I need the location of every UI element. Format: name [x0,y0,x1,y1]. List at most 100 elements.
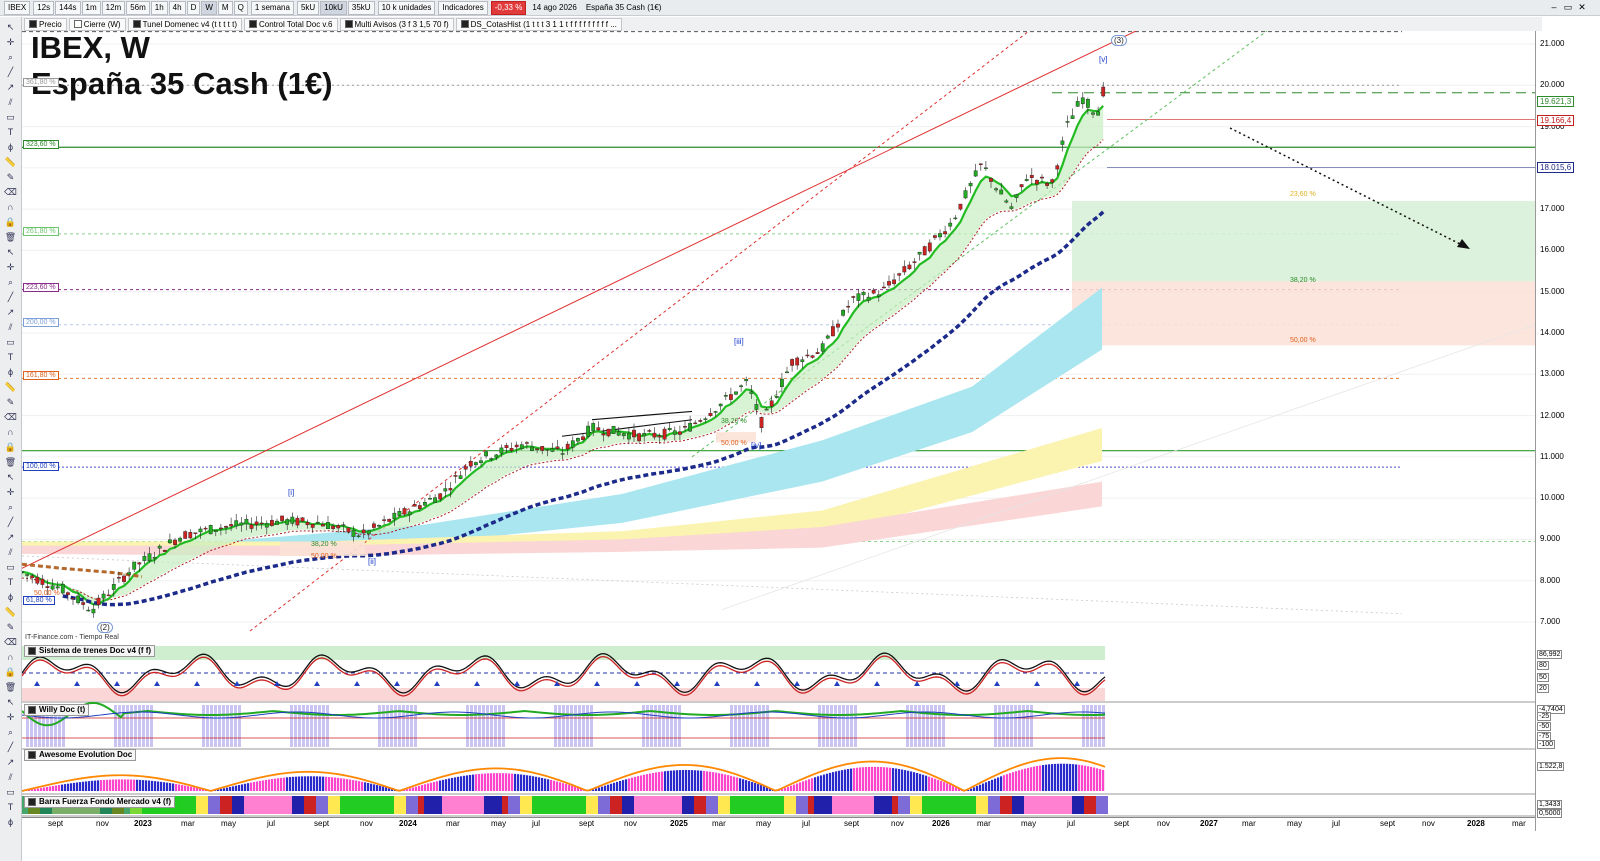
trash-icon[interactable]: 🗑 [4,231,17,243]
crosshair-icon[interactable]: ✛ [4,711,17,723]
trend-icon[interactable]: ↗ [4,531,17,543]
minimize-icon[interactable]: – [1548,2,1560,13]
zoom-icon[interactable]: ⌕ [4,726,17,738]
indicator-toggle[interactable]: Tunel Domenec v4 (t t t t t) [127,17,242,31]
eraser-icon[interactable]: ⌫ [4,411,17,423]
price-chart[interactable] [22,31,1535,641]
period-12s[interactable]: 12s [33,0,55,15]
checkbox-icon[interactable] [248,20,257,28]
units-5kU[interactable]: 5kU [296,0,320,15]
symbol-select[interactable]: IBEX [4,0,31,15]
period-W[interactable]: W [201,0,217,15]
indicator-toggle[interactable]: Cierre (W) [68,17,126,31]
ruler-icon[interactable]: 📏 [4,156,17,168]
channel-icon[interactable]: ⫽ [4,771,17,783]
period-1m[interactable]: 1m [81,0,101,15]
close-icon[interactable]: ✕ [1576,2,1588,13]
panel-header[interactable]: Barra Fuerza Fondo Mercado v4 (f) [24,796,176,808]
panel-close-icon[interactable] [28,647,36,655]
text-icon[interactable]: T [4,801,17,813]
rectangle-icon[interactable]: ▭ [4,111,17,123]
zoom-icon[interactable]: ⌕ [4,501,17,513]
trash-icon[interactable]: 🗑 [4,456,17,468]
indicator-toggle[interactable]: Control Total Doc v.6 [243,17,338,31]
magnet-icon[interactable]: ∩ [4,651,17,663]
line-icon[interactable]: ╱ [4,741,17,753]
time-tick: sept [1114,819,1130,828]
fibo-icon[interactable]: ϕ [4,366,17,378]
timeframe-select[interactable]: 1 semana [250,0,294,15]
cursor-icon[interactable]: ↖ [4,471,17,483]
cursor-icon[interactable]: ↖ [4,21,17,33]
channel-icon[interactable]: ⫽ [4,321,17,333]
panel-header[interactable]: Willy Doc (t) [24,704,90,716]
trend-icon[interactable]: ↗ [4,756,17,768]
panel-close-icon[interactable] [28,798,36,806]
text-icon[interactable]: T [4,351,17,363]
indicator-toggle[interactable]: Precio [24,17,67,31]
ruler-icon[interactable]: 📏 [4,381,17,393]
units-35kU[interactable]: 35kU [347,0,375,15]
panel-close-icon[interactable] [28,706,36,714]
crosshair-icon[interactable]: ✛ [4,486,17,498]
lock-icon[interactable]: 🔒 [4,216,17,228]
indicators-button[interactable]: Indicadores [438,0,488,15]
trend-icon[interactable]: ↗ [4,306,17,318]
fibo-icon[interactable]: ϕ [4,816,17,828]
rectangle-icon[interactable]: ▭ [4,561,17,573]
checkbox-icon[interactable] [460,20,469,28]
lock-icon[interactable]: 🔒 [4,441,17,453]
fibo-icon[interactable]: ϕ [4,141,17,153]
eraser-icon[interactable]: ⌫ [4,636,17,648]
crosshair-icon[interactable]: ✛ [4,261,17,273]
trash-icon[interactable]: 🗑 [4,681,17,693]
candle-body [351,530,356,537]
period-12m[interactable]: 12m [101,0,126,15]
cursor-icon[interactable]: ↖ [4,696,17,708]
period-4h[interactable]: 4h [168,0,186,15]
eraser-icon[interactable]: ⌫ [4,186,17,198]
crosshair-icon[interactable]: ✛ [4,36,17,48]
pencil-icon[interactable]: ✎ [4,621,17,633]
lock-icon[interactable]: 🔒 [4,666,17,678]
pencil-icon[interactable]: ✎ [4,396,17,408]
magnet-icon[interactable]: ∩ [4,201,17,213]
text-icon[interactable]: T [4,126,17,138]
period-144s[interactable]: 144s [55,0,81,15]
zoom-icon[interactable]: ⌕ [4,51,17,63]
pencil-icon[interactable]: ✎ [4,171,17,183]
text-icon[interactable]: T [4,576,17,588]
cursor-icon[interactable]: ↖ [4,246,17,258]
panel-close-icon[interactable] [28,751,36,759]
rectangle-icon[interactable]: ▭ [4,336,17,348]
restore-icon[interactable]: ▭ [1562,2,1574,13]
line-icon[interactable]: ╱ [4,291,17,303]
checkbox-icon[interactable] [29,20,37,28]
magnet-icon[interactable]: ∩ [4,426,17,438]
time-axis[interactable]: sept nov 2023 mar may jul sept nov 2024 mar may jul… [22,817,1535,830]
indicator-toggle[interactable]: Multi Avisos (3 f 3 1,5 70 f) [339,17,454,31]
units-10kU[interactable]: 10kU [320,0,347,15]
checkbox-icon[interactable] [344,20,353,28]
fibo-icon[interactable]: ϕ [4,591,17,603]
line-icon[interactable]: ╱ [4,516,17,528]
candle-body [938,233,942,238]
period-M[interactable]: M [217,0,233,15]
period-Q[interactable]: Q [233,0,248,15]
checkbox-icon[interactable] [132,20,141,28]
checkbox-icon[interactable] [73,20,82,28]
trend-icon[interactable]: ↗ [4,81,17,93]
zoom-icon[interactable]: ⌕ [4,276,17,288]
indicator-toggle[interactable]: DS_CotasHist (1 t t t 3 1 1 t f f f f f … [455,17,622,31]
channel-icon[interactable]: ⫽ [4,546,17,558]
ruler-icon[interactable]: 📏 [4,606,17,618]
panel-header[interactable]: Sistema de trenes Doc v4 (f f) [24,645,156,657]
panel-header[interactable]: Awesome Evolution Doc [24,749,137,761]
channel-icon[interactable]: ⫽ [4,96,17,108]
period-1h[interactable]: 1h [150,0,168,15]
period-D[interactable]: D [186,0,201,15]
period-56m[interactable]: 56m [126,0,150,15]
units-count-select[interactable]: 10 k unidades [377,0,436,15]
rectangle-icon[interactable]: ▭ [4,786,17,798]
line-icon[interactable]: ╱ [4,66,17,78]
